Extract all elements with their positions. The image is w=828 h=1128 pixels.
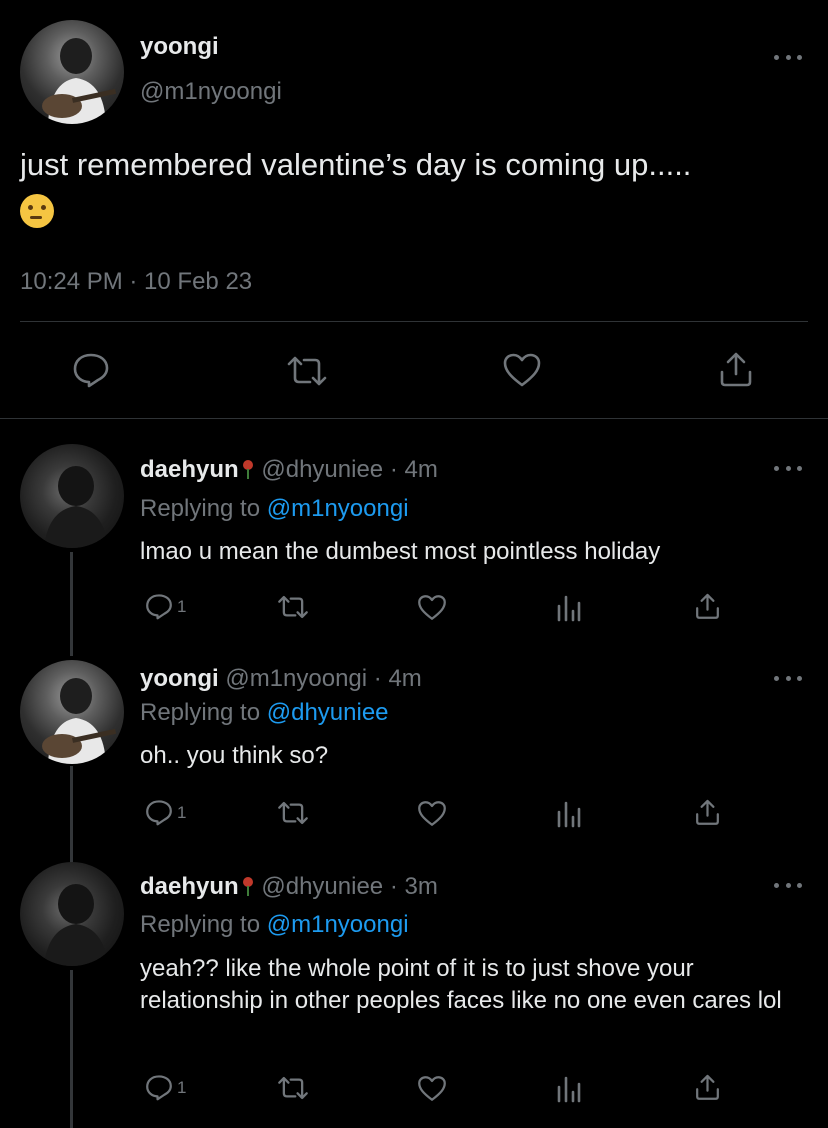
reply-count: 1: [177, 802, 187, 822]
more-options-icon[interactable]: [774, 880, 802, 890]
divider: [0, 418, 828, 419]
reply-header: daehyun @dhyuniee · 3m: [140, 873, 438, 901]
retweet-icon[interactable]: [286, 354, 328, 388]
analytics-icon[interactable]: [556, 594, 582, 622]
thread-line: [70, 970, 73, 1128]
replying-label: Replying to: [140, 911, 261, 938]
analytics-icon[interactable]: [556, 1075, 582, 1103]
tweet-timestamp[interactable]: 10:24 PM · 10 Feb 23: [20, 268, 252, 296]
share-icon[interactable]: [694, 592, 721, 620]
author-name[interactable]: daehyun: [140, 873, 239, 900]
reply-text: oh.. you think so?: [140, 742, 329, 769]
reply-button[interactable]: 1: [145, 1074, 186, 1101]
reply-header: daehyun @dhyuniee · 4m: [140, 456, 438, 484]
reply-time: · 3m: [389, 873, 438, 900]
author-handle[interactable]: @m1nyoongi: [225, 665, 367, 692]
analytics-icon[interactable]: [556, 800, 582, 828]
mention-link[interactable]: @m1nyoongi: [267, 495, 409, 522]
more-options-icon[interactable]: [774, 52, 802, 62]
replying-to: Replying to @m1nyoongi: [140, 911, 409, 939]
author-handle[interactable]: @dhyuniee: [261, 456, 383, 483]
like-icon[interactable]: [502, 352, 542, 388]
more-options-icon[interactable]: [774, 463, 802, 473]
thinking-face-icon: [20, 193, 54, 228]
tweet-text-content: just remembered valentine’s day is comin…: [20, 147, 692, 182]
reply-time: · 4m: [389, 456, 438, 483]
like-icon[interactable]: [417, 1075, 447, 1102]
tweet-text: just remembered valentine’s day is comin…: [20, 143, 810, 231]
share-icon[interactable]: [694, 1073, 721, 1101]
reply-button[interactable]: 1: [145, 593, 186, 620]
author-handle[interactable]: @m1nyoongi: [140, 78, 282, 106]
more-options-icon[interactable]: [774, 673, 802, 683]
rose-icon: [241, 459, 255, 479]
divider: [20, 321, 808, 322]
retweet-icon[interactable]: [277, 1075, 309, 1101]
author-name[interactable]: yoongi: [140, 33, 219, 61]
reply-button[interactable]: 1: [145, 799, 186, 826]
reply-text: lmao u mean the dumbest most pointless h…: [140, 538, 661, 565]
thread-line: [70, 766, 73, 864]
reply-header: yoongi @m1nyoongi · 4m: [140, 665, 422, 693]
avatar[interactable]: [20, 862, 124, 966]
retweet-icon[interactable]: [277, 594, 309, 620]
author-name[interactable]: daehyun: [140, 456, 239, 483]
thread-line: [70, 552, 73, 656]
replying-label: Replying to: [140, 699, 261, 726]
avatar[interactable]: [20, 20, 124, 124]
avatar[interactable]: [20, 444, 124, 548]
mention-link[interactable]: @dhyuniee: [267, 699, 389, 726]
reply-icon[interactable]: [72, 352, 110, 388]
replying-to: Replying to @dhyuniee: [140, 699, 389, 727]
share-icon[interactable]: [694, 798, 721, 826]
reply-time: · 4m: [373, 665, 422, 692]
reply-text: yeah?? like the whole point of it is to …: [140, 955, 782, 1014]
replying-to: Replying to @m1nyoongi: [140, 495, 409, 523]
mention-link[interactable]: @m1nyoongi: [267, 911, 409, 938]
replying-label: Replying to: [140, 495, 261, 522]
reply-count: 1: [177, 596, 187, 616]
like-icon[interactable]: [417, 594, 447, 621]
reply-count: 1: [177, 1077, 187, 1097]
retweet-icon[interactable]: [277, 800, 309, 826]
avatar[interactable]: [20, 660, 124, 764]
like-icon[interactable]: [417, 800, 447, 827]
share-icon[interactable]: [718, 350, 754, 388]
author-name[interactable]: yoongi: [140, 665, 219, 692]
author-handle[interactable]: @dhyuniee: [261, 873, 383, 900]
rose-icon: [241, 876, 255, 896]
